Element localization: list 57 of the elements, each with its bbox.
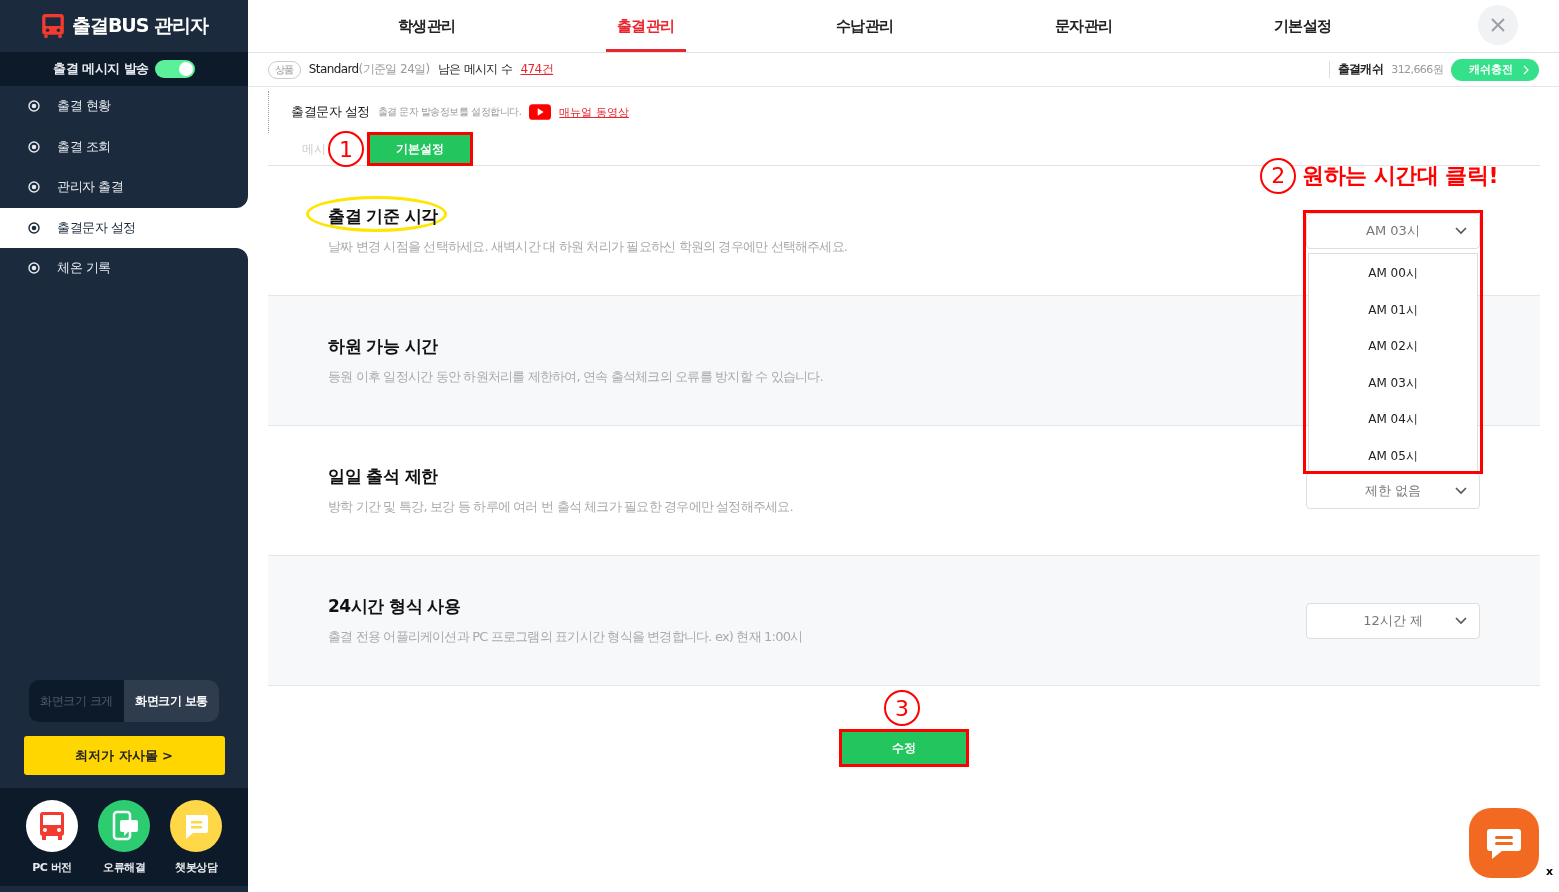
chevron-down-icon <box>1455 616 1467 625</box>
dropdown-select[interactable]: 12시간 제 <box>1306 602 1480 639</box>
sidebar-item[interactable]: 출결 현황 <box>0 86 248 127</box>
nav-tab[interactable]: 출결관리 <box>605 0 686 52</box>
setting-title: 출결 기준 시각 <box>328 205 438 228</box>
radio-icon <box>28 140 40 153</box>
nav-tab[interactable]: 문자관리 <box>974 0 1193 52</box>
setting-title: 하원 가능 시간 <box>328 335 438 358</box>
remaining-label: 남은 메시지 수 <box>437 61 513 78</box>
shortcut-label: 챗봇상담 <box>175 860 217 875</box>
bus-icon[interactable] <box>26 800 78 852</box>
callout-text: 원하는 시간대 클릭! <box>1302 161 1498 190</box>
radio-icon <box>28 262 40 275</box>
radio-icon <box>28 221 40 234</box>
bus-icon <box>39 13 66 39</box>
sidebar-item[interactable]: 관리자 출결 <box>0 167 248 208</box>
chat-close-button[interactable]: x <box>1545 865 1553 878</box>
setting-title: 일일 출석 제한 <box>328 465 438 488</box>
step-number: 2 <box>1260 157 1297 194</box>
plan-name: Standard(기준일 24일) <box>308 61 430 78</box>
setting-description: 출결 전용 어플리케이션과 PC 프로그램의 표기시간 형식을 변경합니다. ex) 현재 1:00시 <box>328 628 803 646</box>
chevron-down-icon <box>1455 226 1467 235</box>
close-icon <box>1490 17 1506 33</box>
nav-tab[interactable]: 학생관리 <box>317 0 536 52</box>
screen-size-option[interactable]: 화면크기 보통 <box>124 680 219 722</box>
shop-button[interactable]: 최저가 자사몰 > <box>23 736 225 775</box>
cash-amount: 312,666원 <box>1391 62 1443 77</box>
section-title: 출결문자 설정 <box>291 103 370 121</box>
radio-icon <box>28 100 40 113</box>
dropdown-select[interactable]: AM 03시 <box>1306 212 1480 249</box>
setting-title: 24시간 형식 사용 <box>328 595 461 618</box>
shortcut-label: 오류해결 <box>103 860 145 875</box>
nav-tab[interactable]: 기본설정 <box>1193 0 1412 52</box>
cash-label: 출결캐쉬 <box>1328 61 1384 78</box>
dropdown-select[interactable]: 제한 없음 <box>1306 472 1480 509</box>
message-toggle[interactable] <box>154 60 195 78</box>
step-number: 3 <box>884 690 920 726</box>
sidebar-item[interactable]: 출결 조회 <box>0 126 248 167</box>
radio-icon <box>28 181 40 194</box>
nav-tab[interactable]: 수납관리 <box>755 0 974 52</box>
remaining-count-link[interactable]: 474건 <box>520 61 554 78</box>
shortcut-label: PC 버전 <box>32 860 72 875</box>
sidebar-item[interactable]: 체온 기록 <box>0 248 248 289</box>
section-description: 출결 문자 발송정보를 설정합니다. <box>377 105 522 119</box>
chat-icon[interactable] <box>170 800 222 852</box>
app-logo: 출결BUS 관리자 <box>71 13 209 38</box>
video-play-icon <box>529 104 552 120</box>
step-number: 1 <box>328 131 364 167</box>
setting-description: 등원 이후 일정시간 동안 하원처리를 제한하여, 연속 출석체크의 오류를 방지할 수 있습니다. <box>328 368 823 386</box>
phone-chat-icon[interactable] <box>98 800 150 852</box>
toggle-label: 출결 메시지 발송 <box>53 60 149 78</box>
chevron-right-icon <box>1523 64 1529 75</box>
chevron-down-icon <box>1455 486 1467 495</box>
chat-button[interactable] <box>1469 808 1539 878</box>
setting-description: 방학 기간 및 특강, 보강 등 하루에 여러 번 출석 체크가 필요한 경우에만 설정해주세요. <box>328 498 793 516</box>
setting-description: 날짜 변경 시점을 선택하세요. 새벽시간 대 하원 처리가 필요하신 학원의 경우에만 선택해주세요. <box>328 238 848 256</box>
manual-video-link[interactable]: 매뉴얼 동영상 <box>559 104 629 120</box>
